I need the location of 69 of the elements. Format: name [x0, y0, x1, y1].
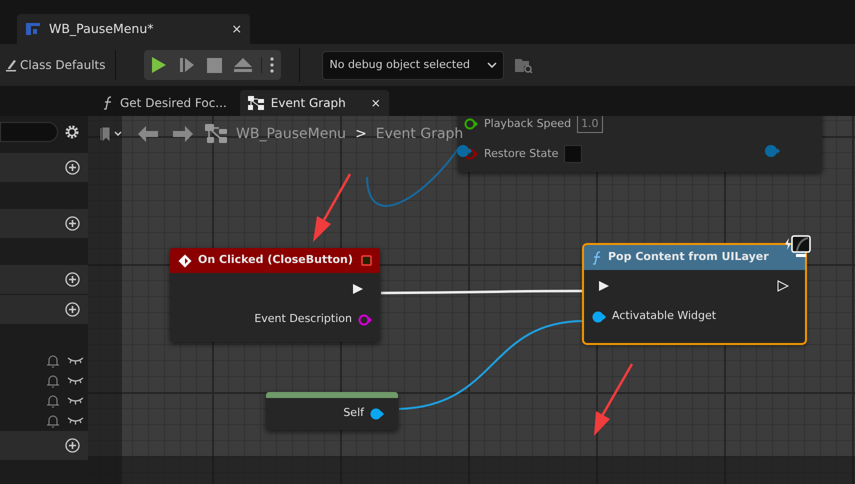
exec-pin-icon: [777, 280, 789, 292]
stop-icon: [207, 58, 222, 72]
bookmark-icon: [99, 127, 123, 141]
widget-blueprint-icon: [25, 22, 41, 36]
back-arrow-icon: [138, 126, 158, 142]
bell-icon[interactable]: [47, 354, 59, 368]
exec-pin-icon: [598, 280, 610, 292]
blueprint-breadcrumb[interactable]: WB_PauseMenu: [236, 124, 346, 144]
graph-tab[interactable]: Event Graph ×: [240, 90, 389, 116]
category-row[interactable]: [0, 153, 88, 182]
forward-button[interactable]: [170, 126, 196, 142]
add-icon[interactable]: [65, 272, 80, 287]
kebab-icon: [270, 57, 274, 73]
node-title: Pop Content from UILayer: [608, 249, 769, 266]
category-row[interactable]: [0, 209, 88, 238]
bell-icon[interactable]: [47, 374, 59, 388]
value-field[interactable]: 1.0: [577, 116, 603, 134]
folder-search-icon: [515, 57, 534, 73]
pin-label: Playback Speed: [484, 116, 572, 132]
closed-eye-icon[interactable]: [67, 357, 84, 365]
closed-eye-icon[interactable]: [67, 397, 84, 405]
graph-node[interactable]: Self: [266, 392, 398, 430]
bell-icon[interactable]: [47, 414, 59, 428]
close-icon[interactable]: ×: [370, 94, 381, 112]
category-row[interactable]: [0, 431, 88, 460]
pin-label: Self: [343, 405, 364, 422]
wire[interactable]: [398, 320, 584, 410]
step-icon: [179, 57, 196, 73]
eject-icon: [234, 58, 252, 72]
add-icon[interactable]: [65, 438, 80, 453]
settings-icon[interactable]: [64, 124, 80, 140]
delegate-pin-icon: [361, 255, 372, 266]
graph-icon: [205, 124, 227, 144]
annotation-arrow: [313, 173, 352, 242]
object-pin-icon: [456, 144, 472, 158]
category-row[interactable]: [0, 295, 88, 324]
graph-node[interactable]: On Clicked (CloseButton) Event Description: [170, 248, 380, 342]
breadcrumb-separator: >: [355, 124, 367, 144]
closed-eye-icon[interactable]: [67, 417, 84, 425]
forward-arrow-icon: [173, 126, 193, 142]
tab-title: WB_PauseMenu*: [49, 20, 155, 38]
chevron-down-icon: [487, 62, 498, 68]
play-icon: [151, 56, 168, 74]
add-icon[interactable]: [65, 160, 80, 175]
monitor-icon: [785, 235, 811, 259]
pencil-icon: [6, 58, 16, 72]
category-row[interactable]: [0, 265, 88, 294]
event-icon: [178, 254, 192, 268]
graph-node[interactable]: Pop Content from UILayer Activatable Widget: [584, 245, 805, 343]
add-icon[interactable]: [65, 302, 80, 317]
add-icon[interactable]: [65, 216, 80, 231]
function-icon: [592, 250, 602, 264]
class-defaults-button[interactable]: Class Defaults: [0, 50, 116, 80]
closed-eye-icon[interactable]: [67, 377, 84, 385]
checkbox[interactable]: [564, 145, 582, 163]
exec-pin-icon: [352, 282, 364, 294]
graph-icon: [248, 96, 264, 110]
bell-icon[interactable]: [47, 394, 59, 408]
close-icon[interactable]: ×: [232, 20, 242, 38]
debug-object-dropdown[interactable]: No debug object selected: [322, 50, 504, 80]
document-tab[interactable]: WB_PauseMenu* ×: [17, 14, 250, 44]
object-pin-icon: [764, 144, 780, 158]
pin-label: Event Description: [254, 311, 352, 328]
function-icon: [103, 96, 113, 110]
node-title: On Clicked (CloseButton): [198, 252, 354, 268]
graph-tab[interactable]: Get Desired Foc...: [95, 90, 235, 116]
search-field[interactable]: [0, 122, 58, 142]
pin-label: Activatable Widget: [612, 308, 716, 324]
pin-label: Restore State: [484, 146, 558, 162]
